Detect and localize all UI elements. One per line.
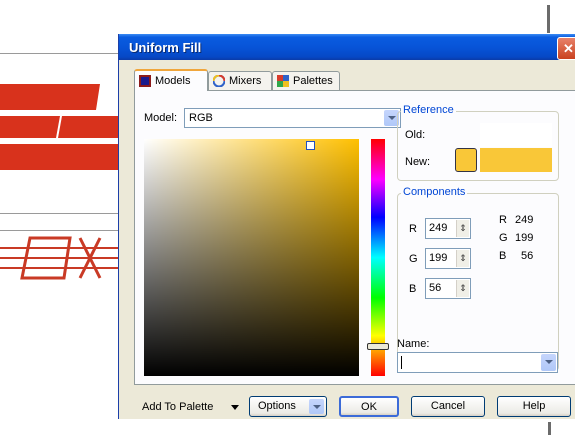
- old-color-swatch: [480, 123, 552, 147]
- mixers-icon: [213, 75, 225, 87]
- new-color-preview: [480, 148, 552, 172]
- tab-mixers[interactable]: Mixers: [208, 71, 272, 90]
- readout-value-g: 199: [515, 232, 534, 244]
- spinner-icon[interactable]: ⇕: [456, 250, 469, 267]
- title-bar[interactable]: Uniform Fill ✕: [119, 34, 575, 60]
- old-label: Old:: [405, 129, 426, 141]
- green-value: 199: [429, 252, 448, 264]
- model-value: RGB: [189, 112, 213, 124]
- components-title: Components: [401, 186, 468, 198]
- green-input[interactable]: 199 ⇕: [425, 248, 471, 269]
- close-icon: ✕: [563, 41, 574, 56]
- channel-label-b: B: [409, 283, 417, 295]
- color-field-marker[interactable]: [306, 141, 315, 150]
- palettes-icon: [277, 75, 289, 87]
- model-select[interactable]: RGB: [184, 108, 401, 128]
- hue-slider[interactable]: [367, 139, 389, 376]
- spinner-icon[interactable]: ⇕: [456, 280, 469, 297]
- name-label: Name:: [397, 338, 430, 350]
- channel-label-r: R: [409, 223, 417, 235]
- new-label: New:: [405, 156, 431, 168]
- background-line: [0, 53, 118, 54]
- add-to-palette-dropdown-icon[interactable]: [231, 405, 239, 410]
- name-field[interactable]: [397, 352, 558, 373]
- tab-label: Palettes: [293, 75, 333, 87]
- options-label: Options: [258, 400, 296, 412]
- dialog-title: Uniform Fill: [129, 40, 202, 55]
- logo-graphic: [0, 84, 118, 280]
- ok-button[interactable]: OK: [339, 396, 399, 417]
- help-button[interactable]: Help: [497, 396, 571, 417]
- text-cursor: [401, 356, 402, 369]
- reference-title: Reference: [401, 104, 456, 116]
- help-label: Help: [522, 400, 546, 412]
- readout-value-r: 249: [515, 214, 534, 226]
- chevron-down-icon[interactable]: [541, 354, 556, 371]
- readout-label-r: R: [499, 214, 507, 226]
- add-to-palette-button[interactable]: Add To Palette: [142, 401, 213, 413]
- model-label: Model:: [144, 112, 178, 124]
- blue-value: 56: [429, 282, 442, 294]
- background-line: [548, 422, 551, 435]
- spinner-icon[interactable]: ⇕: [456, 220, 469, 237]
- uniform-fill-dialog: Uniform Fill ✕ Models Mixers Palettes Mo…: [118, 34, 575, 419]
- models-icon: [139, 75, 151, 87]
- blue-input[interactable]: 56 ⇕: [425, 278, 471, 299]
- red-input[interactable]: 249 ⇕: [425, 218, 471, 239]
- background-line: [547, 5, 550, 33]
- red-value: 249: [429, 222, 448, 234]
- channel-label-g: G: [409, 253, 418, 265]
- chevron-down-icon: [309, 399, 324, 414]
- tab-label: Mixers: [229, 75, 262, 87]
- ok-label: OK: [361, 401, 377, 413]
- reference-group: Reference Old: New:: [397, 104, 559, 181]
- close-button[interactable]: ✕: [557, 37, 575, 60]
- color-field[interactable]: [144, 139, 359, 376]
- hue-slider-handle[interactable]: [367, 343, 389, 350]
- cancel-label: Cancel: [430, 400, 466, 412]
- cancel-button[interactable]: Cancel: [411, 396, 485, 417]
- readout-label-b: B: [499, 250, 507, 262]
- options-button[interactable]: Options: [249, 396, 327, 417]
- tab-models[interactable]: Models: [134, 69, 208, 91]
- readout-value-b: 56: [521, 250, 534, 262]
- new-color-swatch[interactable]: [455, 148, 477, 172]
- models-panel: Model: RGB Reference Old: New: Component…: [134, 90, 575, 385]
- readout-label-g: G: [499, 232, 508, 244]
- tab-palettes[interactable]: Palettes: [272, 71, 340, 90]
- tab-label: Models: [155, 75, 191, 87]
